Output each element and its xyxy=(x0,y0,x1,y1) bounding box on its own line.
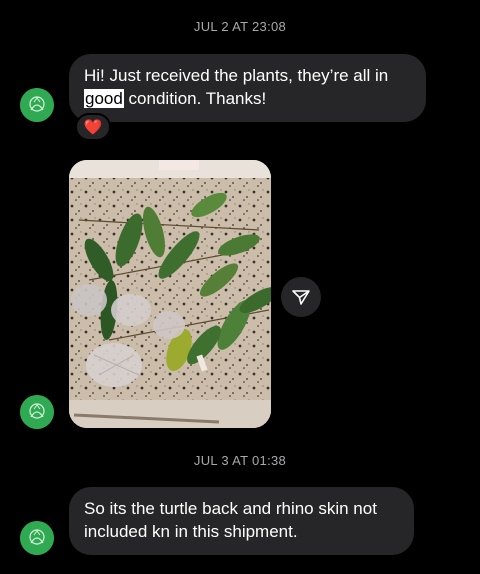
sender-avatar[interactable] xyxy=(20,521,54,555)
avatar-icon xyxy=(20,88,54,122)
message-text: So its the turtle back and rhino skin no… xyxy=(84,499,377,541)
message-text-end: condition. Thanks! xyxy=(123,89,267,108)
avatar-icon xyxy=(20,521,54,555)
message-bubble[interactable]: So its the turtle back and rhino skin no… xyxy=(69,487,414,555)
heart-reaction[interactable]: ❤️ xyxy=(75,113,111,141)
sender-avatar[interactable] xyxy=(20,88,54,122)
heart-icon: ❤️ xyxy=(83,119,103,136)
timestamp: JUL 2 AT 23:08 xyxy=(193,19,287,34)
share-icon xyxy=(292,290,310,305)
timestamp: JUL 3 AT 01:38 xyxy=(193,453,287,468)
share-button[interactable] xyxy=(281,277,321,317)
highlighted-word: good xyxy=(84,89,124,108)
sender-avatar[interactable] xyxy=(20,395,54,429)
plant-photo-image xyxy=(69,160,271,428)
avatar-icon xyxy=(20,395,54,429)
shared-photo[interactable] xyxy=(69,160,271,428)
message-bubble[interactable]: Hi! Just received the plants, they’re al… xyxy=(69,54,426,122)
message-text: Hi! Just received the plants, they’re al… xyxy=(84,66,389,85)
